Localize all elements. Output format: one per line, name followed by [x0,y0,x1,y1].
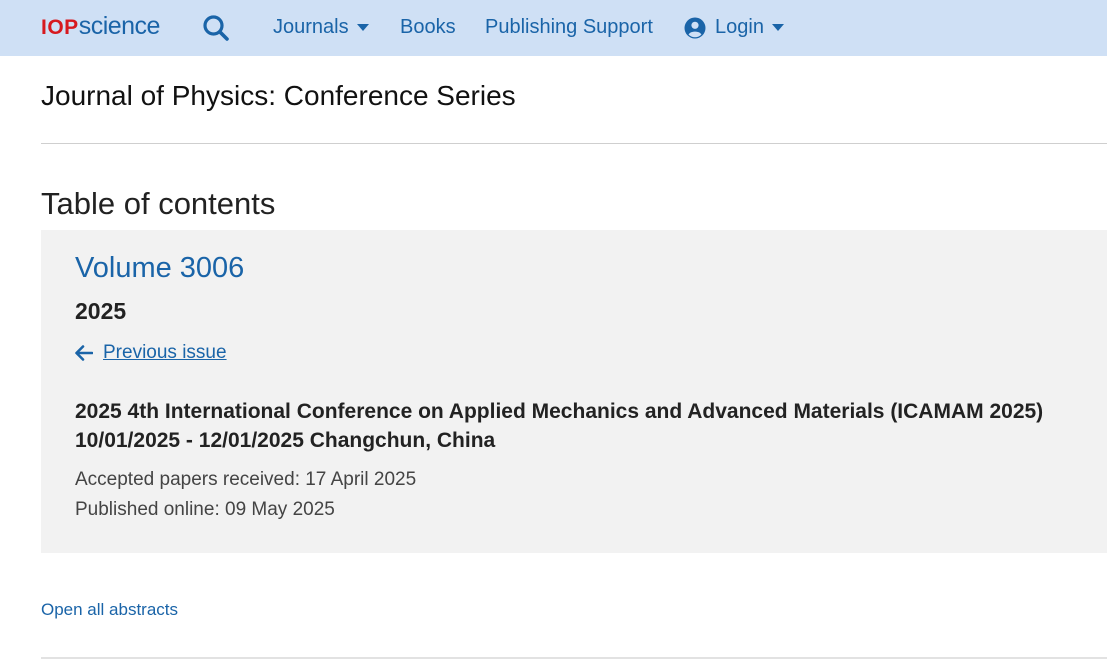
caret-down-icon [771,23,784,31]
logo-science: science [78,12,161,40]
search-icon[interactable] [202,14,230,42]
top-navigation-bar: IOP science Journals Books Publishing Su… [0,0,1107,56]
arrow-left-icon [75,345,93,361]
nav-publishing-support-label: Publishing Support [485,16,653,38]
user-circle-icon [684,17,706,38]
journal-title[interactable]: Journal of Physics: Conference Series [41,80,516,112]
previous-issue-link[interactable]: Previous issue [75,342,227,364]
nav-login[interactable]: Login [684,16,784,39]
conference-dates-location: 10/01/2025 - 12/01/2025 Changchun, China [75,429,496,452]
divider [41,143,1107,144]
open-all-abstracts-link[interactable]: Open all abstracts [41,600,178,620]
accepted-date: Accepted papers received: 17 April 2025 [75,469,417,490]
issue-info-panel: Volume 3006 2025 Previous issue 2025 4th… [41,230,1107,553]
nav-books[interactable]: Books [400,16,456,39]
conference-details: 2025 4th International Conference on App… [75,397,1100,455]
caret-down-icon [356,23,369,31]
conference-name: 2025 4th International Conference on App… [75,400,1044,423]
volume-title: Volume 3006 [75,252,245,284]
logo-iop: IOP [41,16,79,39]
nav-journals-label: Journals [273,16,349,38]
divider [41,657,1107,659]
nav-journals[interactable]: Journals [273,16,369,39]
issue-year: 2025 [75,298,127,324]
previous-issue-label: Previous issue [103,342,227,363]
nav-books-label: Books [400,16,456,38]
page-title: Table of contents [41,186,276,221]
nav-login-label: Login [715,16,764,38]
nav-publishing-support[interactable]: Publishing Support [485,16,653,39]
iopscience-logo[interactable]: IOP science [41,12,160,42]
published-date: Published online: 09 May 2025 [75,499,335,520]
